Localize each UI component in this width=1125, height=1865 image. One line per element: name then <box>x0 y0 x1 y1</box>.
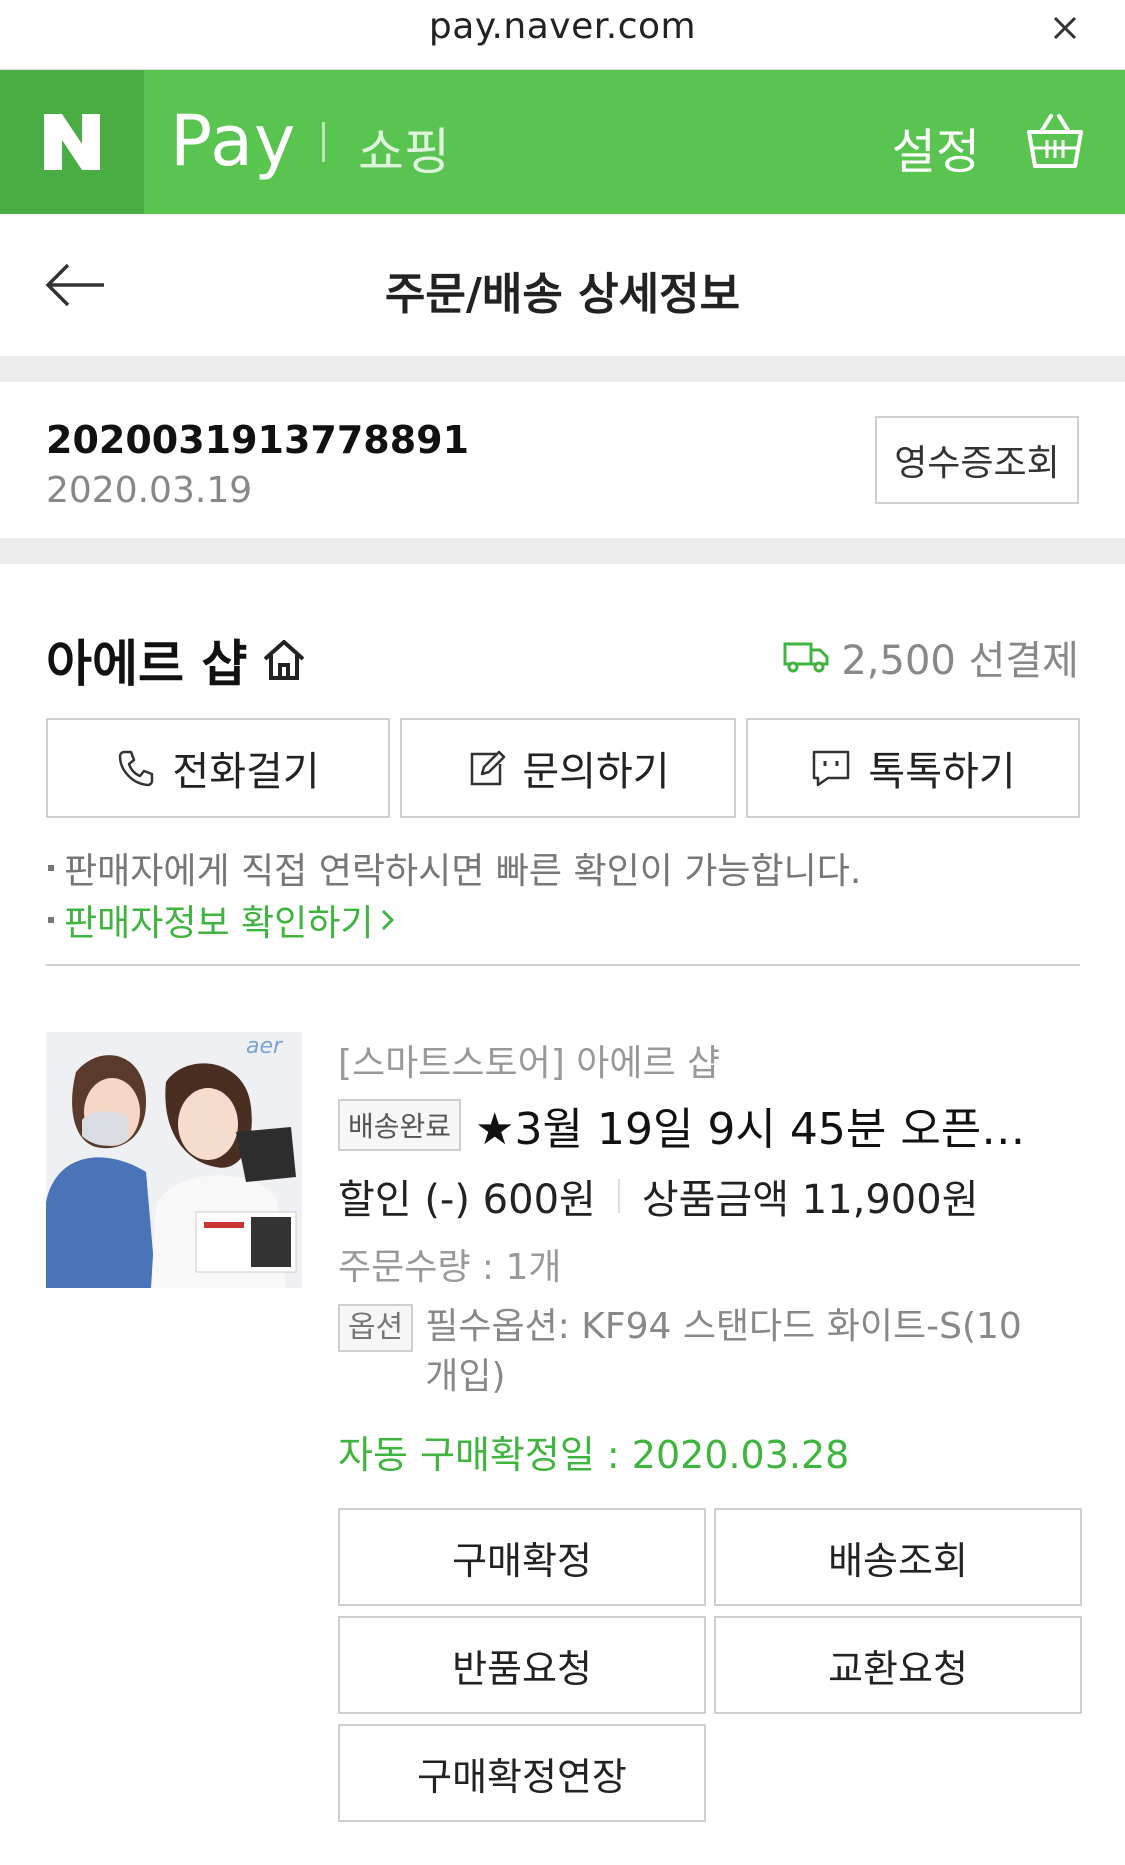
call-button[interactable]: 전화걸기 <box>46 718 390 818</box>
discount-amount: 할인 (-) 600원 <box>338 1177 596 1223</box>
delivery-status-badge: 배송완료 <box>338 1099 462 1151</box>
url-text: pay.naver.com <box>428 6 697 47</box>
product-image[interactable]: aer <box>46 1032 302 1288</box>
close-icon[interactable] <box>1045 8 1085 48</box>
chevron-right-icon <box>381 909 394 931</box>
browser-url-bar: pay.naver.com <box>0 0 1125 70</box>
shopping-tab[interactable]: 쇼핑 <box>358 112 450 184</box>
receipt-button[interactable]: 영수증조회 <box>875 416 1079 504</box>
contact-buttons: 전화걸기 문의하기 톡톡하기 <box>46 718 1080 818</box>
order-number: 2020031913778891 <box>46 418 470 462</box>
section-divider <box>46 964 1080 966</box>
home-icon[interactable] <box>261 637 307 683</box>
order-info: 2020031913778891 2020.03.19 영수증조회 <box>0 382 1125 538</box>
naver-pay-header: Pay 쇼핑 설정 <box>0 70 1125 214</box>
auto-confirm-date: 자동 구매확정일 : 2020.03.28 <box>338 1433 850 1477</box>
purchase-confirm-button[interactable]: 구매확정 <box>338 1508 706 1606</box>
exchange-request-button[interactable]: 교환요청 <box>714 1616 1082 1714</box>
product-name[interactable]: ★3월 19일 9시 45분 오픈… <box>475 1093 1035 1157</box>
product-title-row[interactable]: 배송완료 ★3월 19일 9시 45분 오픈… <box>338 1094 1088 1156</box>
seller-info-link-text[interactable]: 판매자정보 확인하기 <box>64 894 374 946</box>
call-button-label: 전화걸기 <box>172 749 320 795</box>
option-badge: 옵션 <box>338 1304 414 1352</box>
bullet-icon <box>48 917 54 923</box>
seller-name-row[interactable]: 아에르 샵 <box>46 624 307 696</box>
product-info: [스마트스토어] 아에르 샵 배송완료 ★3월 19일 9시 45분 오픈… 할… <box>338 1034 1088 1479</box>
inquiry-button[interactable]: 문의하기 <box>400 718 736 818</box>
contact-note: 판매자에게 직접 연락하시면 빠른 확인이 가능합니다. <box>48 842 861 894</box>
delivery-tracking-button[interactable]: 배송조회 <box>714 1508 1082 1606</box>
price-divider <box>617 1179 620 1213</box>
naver-logo[interactable] <box>0 70 144 214</box>
seller-name[interactable]: 아에르 샵 <box>46 624 247 696</box>
pay-brand[interactable]: Pay <box>170 100 296 182</box>
product-photo-icon <box>46 1032 302 1288</box>
shipping-fee-text: 2,500 선결제 <box>841 638 1079 684</box>
shipping-fee: 2,500 선결제 <box>783 628 1079 686</box>
section-gap <box>0 356 1125 382</box>
option-row: 옵션 필수옵션: KF94 스탠다드 화이트-S(10개입) <box>338 1302 1088 1402</box>
extend-confirm-button[interactable]: 구매확정연장 <box>338 1724 706 1822</box>
chat-icon <box>813 750 850 787</box>
store-name[interactable]: [스마트스토어] 아에르 샵 <box>338 1034 1088 1086</box>
talk-button-label: 톡톡하기 <box>868 749 1016 795</box>
return-request-button[interactable]: 반품요청 <box>338 1616 706 1714</box>
section-gap <box>0 538 1125 564</box>
order-quantity: 주문수량 : 1개 <box>338 1247 562 1288</box>
bullet-icon <box>48 865 54 871</box>
settings-link[interactable]: 설정 <box>892 112 980 182</box>
seller-info-link[interactable]: 판매자정보 확인하기 <box>48 894 398 946</box>
option-text: 필수옵션: KF94 스탠다드 화이트-S(10개입) <box>425 1306 1022 1397</box>
page-title-bar: 주문/배송 상세정보 <box>0 214 1125 356</box>
inquiry-button-label: 문의하기 <box>522 749 670 795</box>
contact-note-text: 판매자에게 직접 연락하시면 빠른 확인이 가능합니다. <box>64 851 862 892</box>
product-image-logo: aer <box>246 1034 283 1059</box>
product-price: 상품금액 11,900원 <box>641 1177 979 1223</box>
truck-icon <box>783 642 829 673</box>
edit-icon <box>471 750 506 786</box>
talk-button[interactable]: 톡톡하기 <box>746 718 1080 818</box>
phone-icon <box>119 750 154 787</box>
header-divider <box>322 122 325 162</box>
cart-icon[interactable] <box>1023 108 1087 172</box>
order-date: 2020.03.19 <box>46 470 253 511</box>
price-row: 할인 (-) 600원 상품금액 11,900원 <box>338 1166 1088 1226</box>
naver-n-icon <box>44 114 100 170</box>
page-title: 주문/배송 상세정보 <box>384 269 741 320</box>
